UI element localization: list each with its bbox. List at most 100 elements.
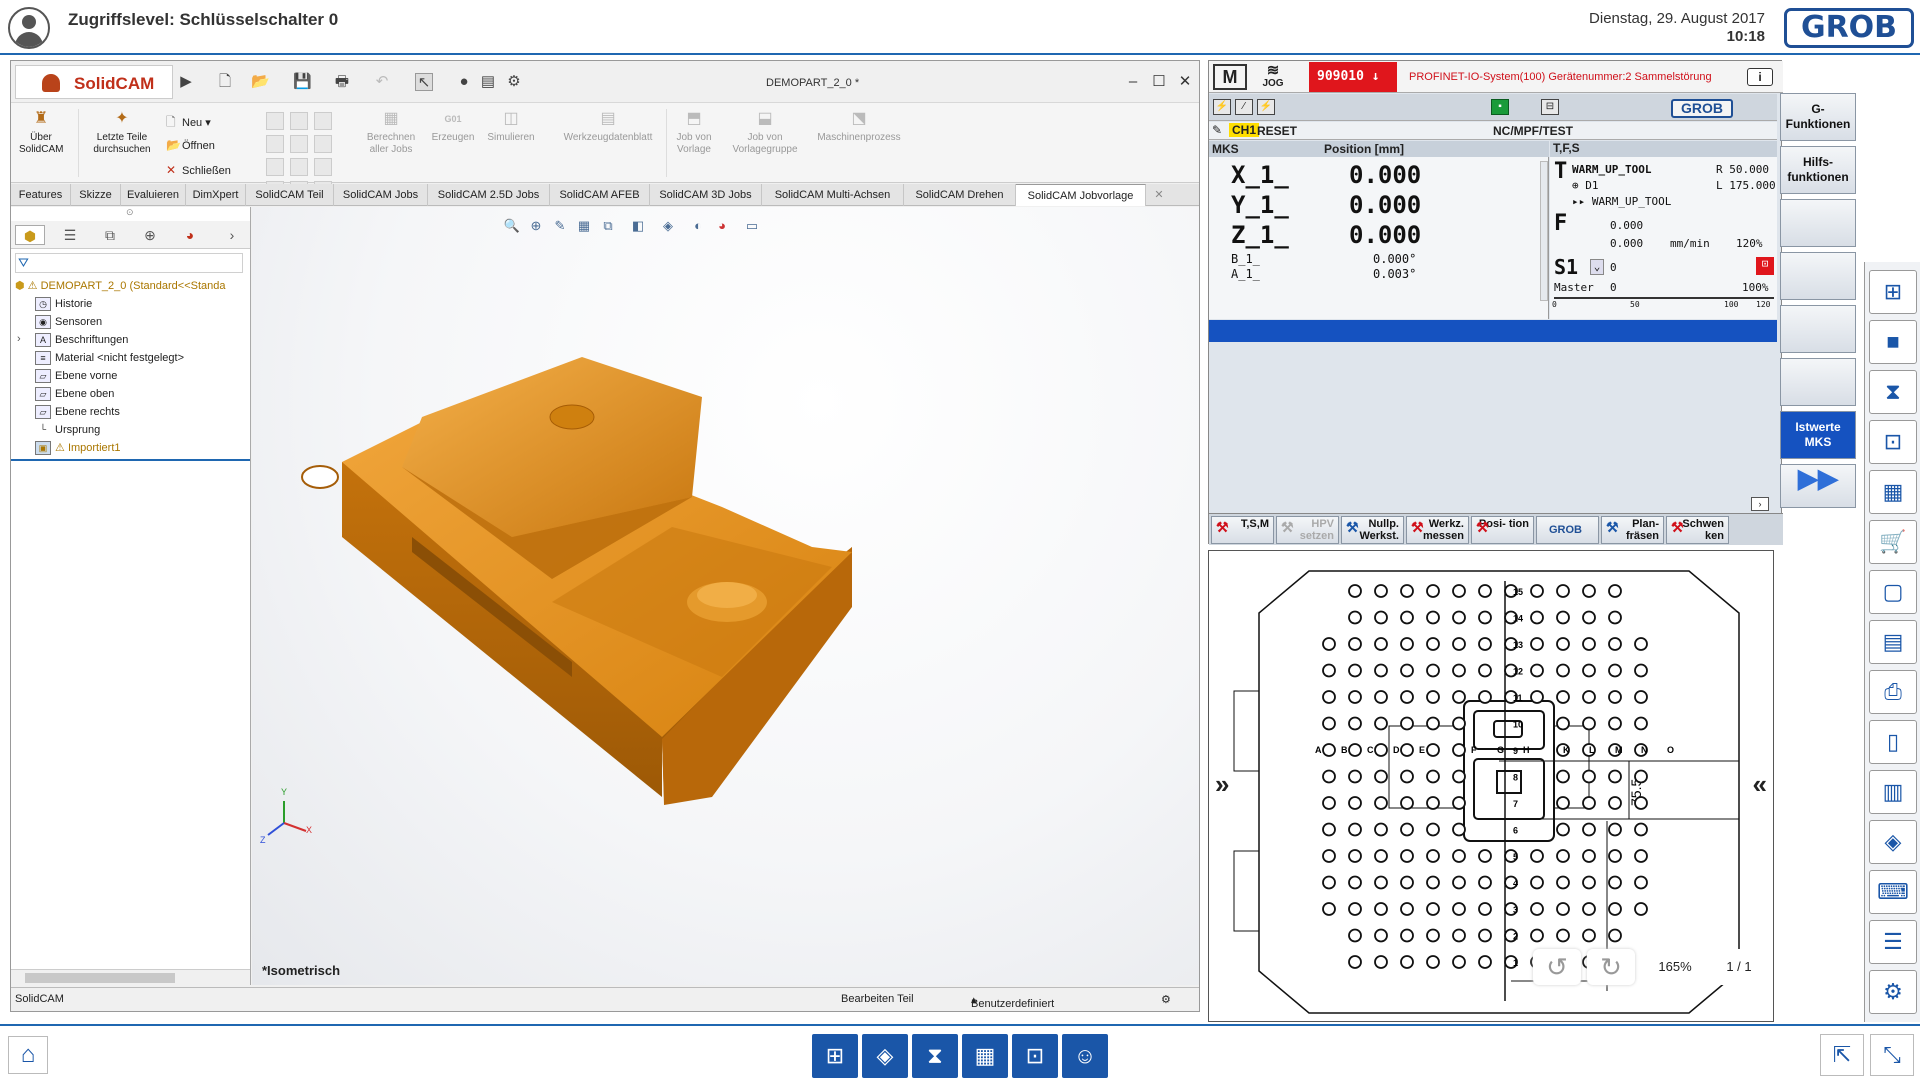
- next-drawing-arrow[interactable]: «: [1753, 769, 1767, 800]
- document-icon[interactable]: ▯: [1869, 720, 1917, 764]
- property-manager-icon[interactable]: ☰: [55, 225, 85, 245]
- softkey-empty-2[interactable]: [1780, 252, 1856, 300]
- expand-arrow-icon[interactable]: ▶: [177, 73, 195, 91]
- footer-tool-list-icon[interactable]: ⊞: [812, 1034, 858, 1078]
- 3d-viewport[interactable]: 🔍 ⊕ ✎ ▦ ⧉ ◧ ◈ ◐ ◕ ▭ Y X Z *Isometrisch: [252, 207, 1199, 985]
- footer-monitor-chart-icon[interactable]: ⊡: [1012, 1034, 1058, 1078]
- tab-solidcam-multi-achsen[interactable]: SolidCAM Multi-Achsen: [762, 184, 904, 206]
- simulate-button[interactable]: ◫ Simulieren: [483, 109, 539, 144]
- tree-item-ursprung[interactable]: └ Ursprung: [35, 423, 100, 437]
- tool-datasheet-button[interactable]: ▤ Werkzeugdatenblatt: [553, 109, 663, 144]
- tabs-close-icon[interactable]: ✕: [1150, 184, 1168, 206]
- tree-item-ebene-rechts[interactable]: ▱ Ebene rechts: [35, 405, 120, 419]
- softkey-planfraesen[interactable]: ⚒ Plan- fräsen: [1601, 516, 1664, 544]
- cube-icon[interactable]: ◈: [1869, 820, 1917, 864]
- open-button[interactable]: 📂Öffnen: [166, 138, 215, 152]
- hourglass-icon[interactable]: ⧗: [1869, 370, 1917, 414]
- options-gear-icon[interactable]: ⚙: [505, 73, 523, 91]
- tree-item-beschriftungen[interactable]: › A Beschriftungen: [17, 333, 128, 347]
- user-avatar-icon[interactable]: [8, 7, 50, 49]
- softkey-istwerte-mks[interactable]: Istwerte MKS: [1780, 411, 1856, 459]
- softkey-hpv-setzen[interactable]: ⚒ HPV setzen: [1276, 516, 1339, 544]
- dimxpert-manager-icon[interactable]: ⊕: [135, 225, 165, 245]
- save-icon[interactable]: 💾: [293, 73, 312, 91]
- maximize-button[interactable]: ☐: [1149, 73, 1169, 91]
- recent-parts-button[interactable]: ✦ Letzte Teile durchsuchen: [85, 109, 159, 156]
- configuration-manager-icon[interactable]: ⧉: [95, 225, 125, 245]
- footer-cube-icon[interactable]: ◈: [862, 1034, 908, 1078]
- close-button[interactable]: ✕ Schließen: [166, 163, 231, 177]
- minimize-button[interactable]: –: [1123, 73, 1143, 91]
- tab-skizze[interactable]: Skizze: [71, 184, 121, 206]
- shopping-cart-icon[interactable]: 🛒: [1869, 520, 1917, 564]
- softkey-nullp-werkst[interactable]: ⚒ Nullp. Werkst.: [1341, 516, 1404, 544]
- footer-hourglass-icon[interactable]: ⧗: [912, 1034, 958, 1078]
- open-folder-icon[interactable]: 📂: [251, 73, 270, 91]
- list-icon[interactable]: ☰: [1869, 920, 1917, 964]
- home-icon[interactable]: ⌂: [8, 1036, 48, 1074]
- tree-item-material[interactable]: ≡ Material <nicht festgelegt>: [35, 351, 184, 365]
- undo-icon[interactable]: ↶: [373, 73, 391, 91]
- rotate-left-icon[interactable]: ↺: [1533, 949, 1581, 985]
- settings-icon[interactable]: ⚙: [1869, 970, 1917, 1014]
- tree-item-ebene-vorne[interactable]: ▱ Ebene vorne: [35, 369, 117, 383]
- tree-filter-input[interactable]: ⛛: [15, 253, 243, 273]
- file-properties-icon[interactable]: ▤: [479, 73, 497, 91]
- about-solidcam-button[interactable]: ♜ Über SolidCAM: [19, 109, 63, 156]
- info-icon[interactable]: i: [1747, 68, 1773, 86]
- spindle-dropdown-icon[interactable]: ⌄: [1590, 259, 1604, 275]
- tool-list-icon[interactable]: ⊞: [1869, 270, 1917, 314]
- generate-button[interactable]: G01 Erzeugen: [429, 109, 477, 144]
- book-icon[interactable]: ▥: [1869, 770, 1917, 814]
- status-help-icon[interactable]: ⚙: [1161, 993, 1171, 1006]
- new-button[interactable]: 🗋 Neu ▾: [166, 113, 211, 134]
- camera-icon[interactable]: ■: [1869, 320, 1917, 364]
- tab-features[interactable]: Features: [11, 184, 71, 206]
- fixture-drawing-panel[interactable]: 75.5 15 14 13 12 11 10 9 8 7 6 5 4 3 2 1 A B C D E F G H K L M N O …: [1208, 550, 1774, 1022]
- fullscreen-icon[interactable]: ⤡: [1870, 1034, 1914, 1076]
- tab-solidcam-jobs[interactable]: SolidCAM Jobs: [334, 184, 428, 206]
- tab-evaluieren[interactable]: Evaluieren: [121, 184, 186, 206]
- expand-triangle-icon[interactable]: ›: [17, 333, 21, 345]
- softkey-more-arrow[interactable]: ▶▶: [1780, 464, 1856, 508]
- rotate-right-icon[interactable]: ↻: [1587, 949, 1635, 985]
- tree-root-part[interactable]: ⬢ ⚠ DEMOPART_2_0 (Standard<<Standa: [15, 279, 251, 292]
- softkey-tsm[interactable]: ⚒ T,S,M: [1211, 516, 1274, 544]
- position-scrollbar[interactable]: [1540, 161, 1548, 301]
- traffic-light-icon[interactable]: ●: [455, 73, 473, 91]
- note-icon[interactable]: ▢: [1869, 570, 1917, 614]
- tab-solidcam-25d-jobs[interactable]: SolidCAM 2.5D Jobs: [428, 184, 550, 206]
- machine-process-button[interactable]: ⬔ Maschinenprozess: [809, 109, 909, 144]
- close-window-button[interactable]: ✕: [1175, 73, 1195, 91]
- tab-solidcam-3d-jobs[interactable]: SolidCAM 3D Jobs: [650, 184, 762, 206]
- select-cursor-icon[interactable]: ↖: [415, 73, 433, 91]
- tab-solidcam-afeb[interactable]: SolidCAM AFEB: [550, 184, 650, 206]
- footer-calendar-icon[interactable]: ▦: [962, 1034, 1008, 1078]
- machine-m-icon[interactable]: M: [1213, 64, 1247, 90]
- pdf-icon[interactable]: ⎙: [1869, 670, 1917, 714]
- status-custom-label[interactable]: Benutzerdefiniert ▴: [971, 993, 1054, 1010]
- job-from-template-button[interactable]: ⬒ Job von Vorlage: [671, 109, 717, 156]
- tree-expand-arrow-icon[interactable]: ›: [217, 225, 247, 245]
- tab-solidcam-drehen[interactable]: SolidCAM Drehen: [904, 184, 1016, 206]
- softkey-werkz-messen[interactable]: ⚒ Werkz. messen: [1406, 516, 1469, 544]
- softkey-empty-1[interactable]: [1780, 199, 1856, 247]
- feature-manager-icon[interactable]: ⬢: [15, 225, 45, 245]
- softkey-empty-4[interactable]: [1780, 358, 1856, 406]
- window-restore-icon[interactable]: ⇱: [1820, 1034, 1864, 1076]
- tab-solidcam-teil[interactable]: SolidCAM Teil: [246, 184, 334, 206]
- previous-drawing-arrow[interactable]: »: [1215, 769, 1229, 800]
- softkey-schwenken[interactable]: ⚒ Schwen ken: [1666, 516, 1729, 544]
- tab-dimxpert[interactable]: DimXpert: [186, 184, 246, 206]
- softkey-position[interactable]: ⚒ Posi- tion: [1471, 516, 1534, 544]
- jog-mode[interactable]: ≋ JOG: [1253, 63, 1293, 91]
- keyboard-icon[interactable]: ⌨: [1869, 870, 1917, 914]
- softkey-empty-3[interactable]: [1780, 305, 1856, 353]
- calendar-icon[interactable]: ▦: [1869, 470, 1917, 514]
- job-from-template-group-button[interactable]: ⬓ Job von Vorlagegruppe: [723, 109, 807, 156]
- footer-users-icon[interactable]: ☺: [1062, 1034, 1108, 1078]
- part-model[interactable]: [252, 207, 1199, 985]
- tree-item-ebene-oben[interactable]: ▱ Ebene oben: [35, 387, 114, 401]
- alarm-number[interactable]: 909010 ↓: [1309, 62, 1397, 92]
- softkey-hilfsfunktionen[interactable]: Hilfs-funktionen: [1780, 146, 1856, 194]
